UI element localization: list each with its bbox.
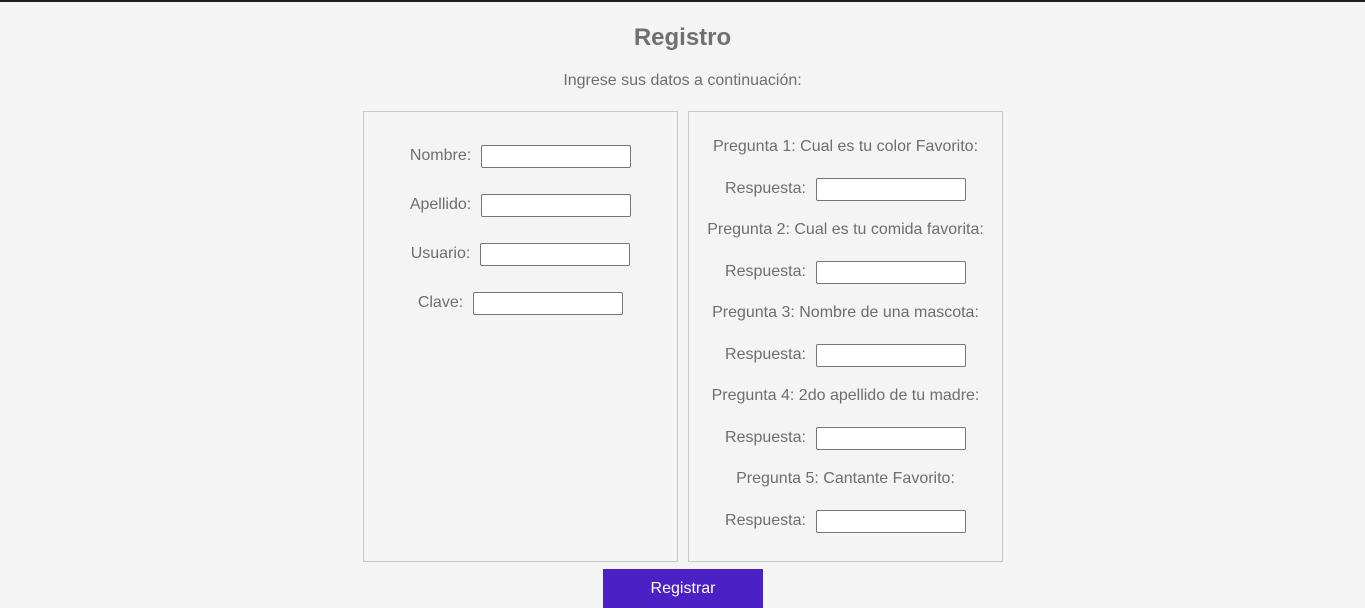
nombre-input[interactable] bbox=[481, 144, 632, 168]
answer-5-row: Respuesta: bbox=[689, 509, 1002, 533]
question-4: Pregunta 4: 2do apellido de tu madre: bbox=[711, 387, 980, 404]
question-1: Pregunta 1: Cual es tu color Favorito: bbox=[712, 138, 979, 155]
answer-3-input[interactable] bbox=[815, 343, 966, 367]
clave-input[interactable] bbox=[473, 291, 624, 315]
usuario-row: Usuario: bbox=[364, 242, 677, 266]
answer-4-label: Respuesta: bbox=[725, 429, 806, 446]
answer-1-input[interactable] bbox=[815, 177, 966, 201]
answer-4-row: Respuesta: bbox=[689, 426, 1002, 450]
answer-1-label: Respuesta: bbox=[725, 180, 806, 197]
clave-label: Clave: bbox=[417, 294, 464, 311]
apellido-input[interactable] bbox=[481, 193, 632, 217]
question-3: Pregunta 3: Nombre de una mascota: bbox=[712, 304, 979, 321]
answer-5-input[interactable] bbox=[815, 509, 966, 533]
clave-row: Clave: bbox=[364, 291, 677, 315]
answer-2-row: Respuesta: bbox=[689, 260, 1002, 284]
personal-data-panel: Nombre: Apellido: Usuario: Clave: bbox=[363, 111, 678, 562]
usuario-input[interactable] bbox=[480, 242, 631, 266]
answer-1-row: Respuesta: bbox=[689, 177, 1002, 201]
page-subtitle: Ingrese sus datos a continuación: bbox=[563, 72, 802, 89]
nombre-label: Nombre: bbox=[409, 147, 472, 164]
answer-3-label: Respuesta: bbox=[725, 346, 806, 363]
security-questions-panel: Pregunta 1: Cual es tu color Favorito: R… bbox=[688, 111, 1003, 562]
answer-2-label: Respuesta: bbox=[725, 263, 806, 280]
registrar-button[interactable]: Registrar bbox=[603, 569, 763, 608]
question-5: Pregunta 5: Cantante Favorito: bbox=[736, 470, 955, 487]
apellido-row: Apellido: bbox=[364, 193, 677, 217]
nombre-row: Nombre: bbox=[364, 144, 677, 168]
usuario-label: Usuario: bbox=[410, 245, 471, 262]
question-2: Pregunta 2: Cual es tu comida favorita: bbox=[707, 221, 984, 238]
apellido-label: Apellido: bbox=[409, 196, 472, 213]
answer-3-row: Respuesta: bbox=[689, 343, 1002, 367]
answer-4-input[interactable] bbox=[815, 426, 966, 450]
answer-5-label: Respuesta: bbox=[725, 512, 806, 529]
page-title: Registro bbox=[633, 24, 732, 51]
answer-2-input[interactable] bbox=[815, 260, 966, 284]
